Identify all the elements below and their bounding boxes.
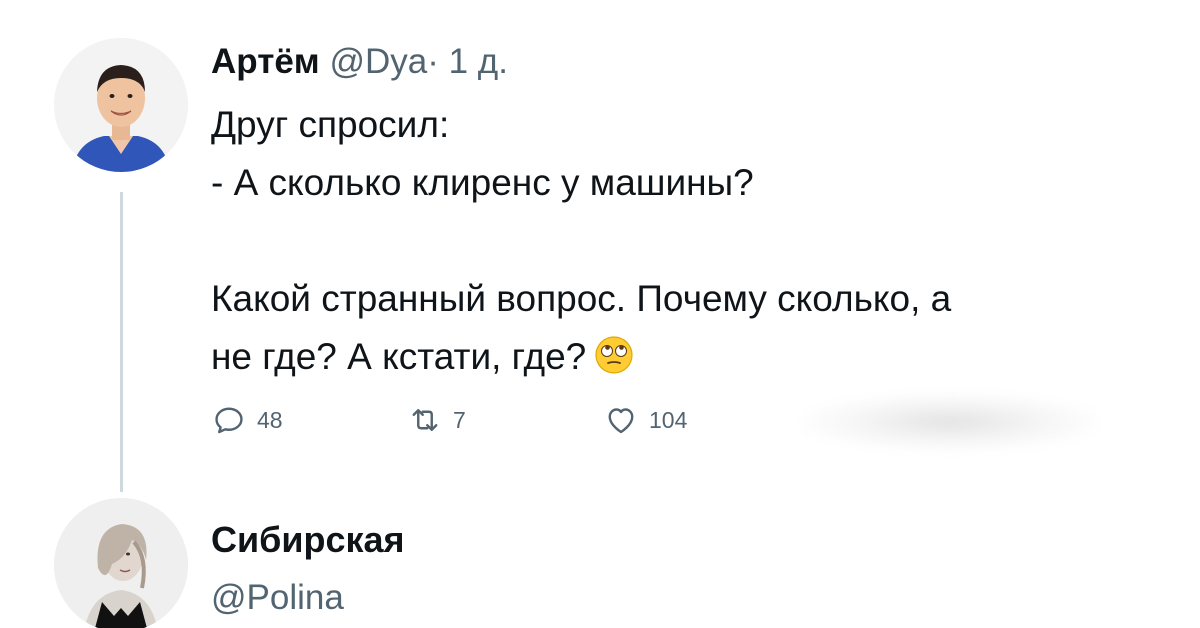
blurred-area bbox=[800, 392, 1100, 452]
tweet-text: Друг спросил: - А сколько клиренс у маши… bbox=[211, 96, 1111, 386]
tweet-header: Артём @Dya· 1 д. bbox=[211, 40, 508, 84]
heart-icon bbox=[608, 408, 634, 434]
like-button[interactable]: 104 bbox=[603, 402, 687, 438]
author-avatar[interactable] bbox=[54, 38, 188, 172]
reply-author-avatar[interactable] bbox=[54, 498, 188, 628]
man-portrait-icon bbox=[54, 38, 188, 172]
tweet-line: Друг спросил: bbox=[211, 104, 450, 145]
tweet-timestamp[interactable]: 1 д. bbox=[449, 42, 508, 81]
tweet-line-last: не где? А кстати, где? bbox=[211, 328, 1111, 386]
reply-author-name[interactable]: Сибирская bbox=[211, 518, 405, 562]
tweet-line: - А сколько клиренс у машины? bbox=[211, 162, 754, 203]
retweet-icon bbox=[412, 409, 438, 431]
header-separator: · bbox=[427, 42, 439, 81]
retweet-count: 7 bbox=[453, 406, 466, 433]
retweet-button[interactable]: 7 bbox=[407, 402, 466, 438]
tweet-actions: 48 7 104 bbox=[211, 402, 771, 446]
reply-button[interactable]: 48 bbox=[211, 402, 283, 438]
thread-connector-line bbox=[120, 192, 123, 492]
author-handle[interactable]: @Dya bbox=[329, 42, 427, 81]
woman-portrait-icon bbox=[54, 498, 188, 628]
tweet-line: не где? А кстати, где? bbox=[211, 336, 587, 377]
rolling-eyes-emoji-icon bbox=[594, 334, 634, 374]
like-count: 104 bbox=[649, 406, 688, 433]
tweet-line: Какой странный вопрос. Почему сколько, а bbox=[211, 278, 952, 319]
tweet-thread: Артём @Dya· 1 д. Друг спросил: - А сколь… bbox=[0, 0, 1200, 628]
reply-author-handle[interactable]: @Polina bbox=[211, 576, 344, 620]
author-name[interactable]: Артём bbox=[211, 42, 320, 81]
reply-bubble-icon bbox=[215, 407, 243, 434]
reply-count: 48 bbox=[257, 406, 283, 433]
